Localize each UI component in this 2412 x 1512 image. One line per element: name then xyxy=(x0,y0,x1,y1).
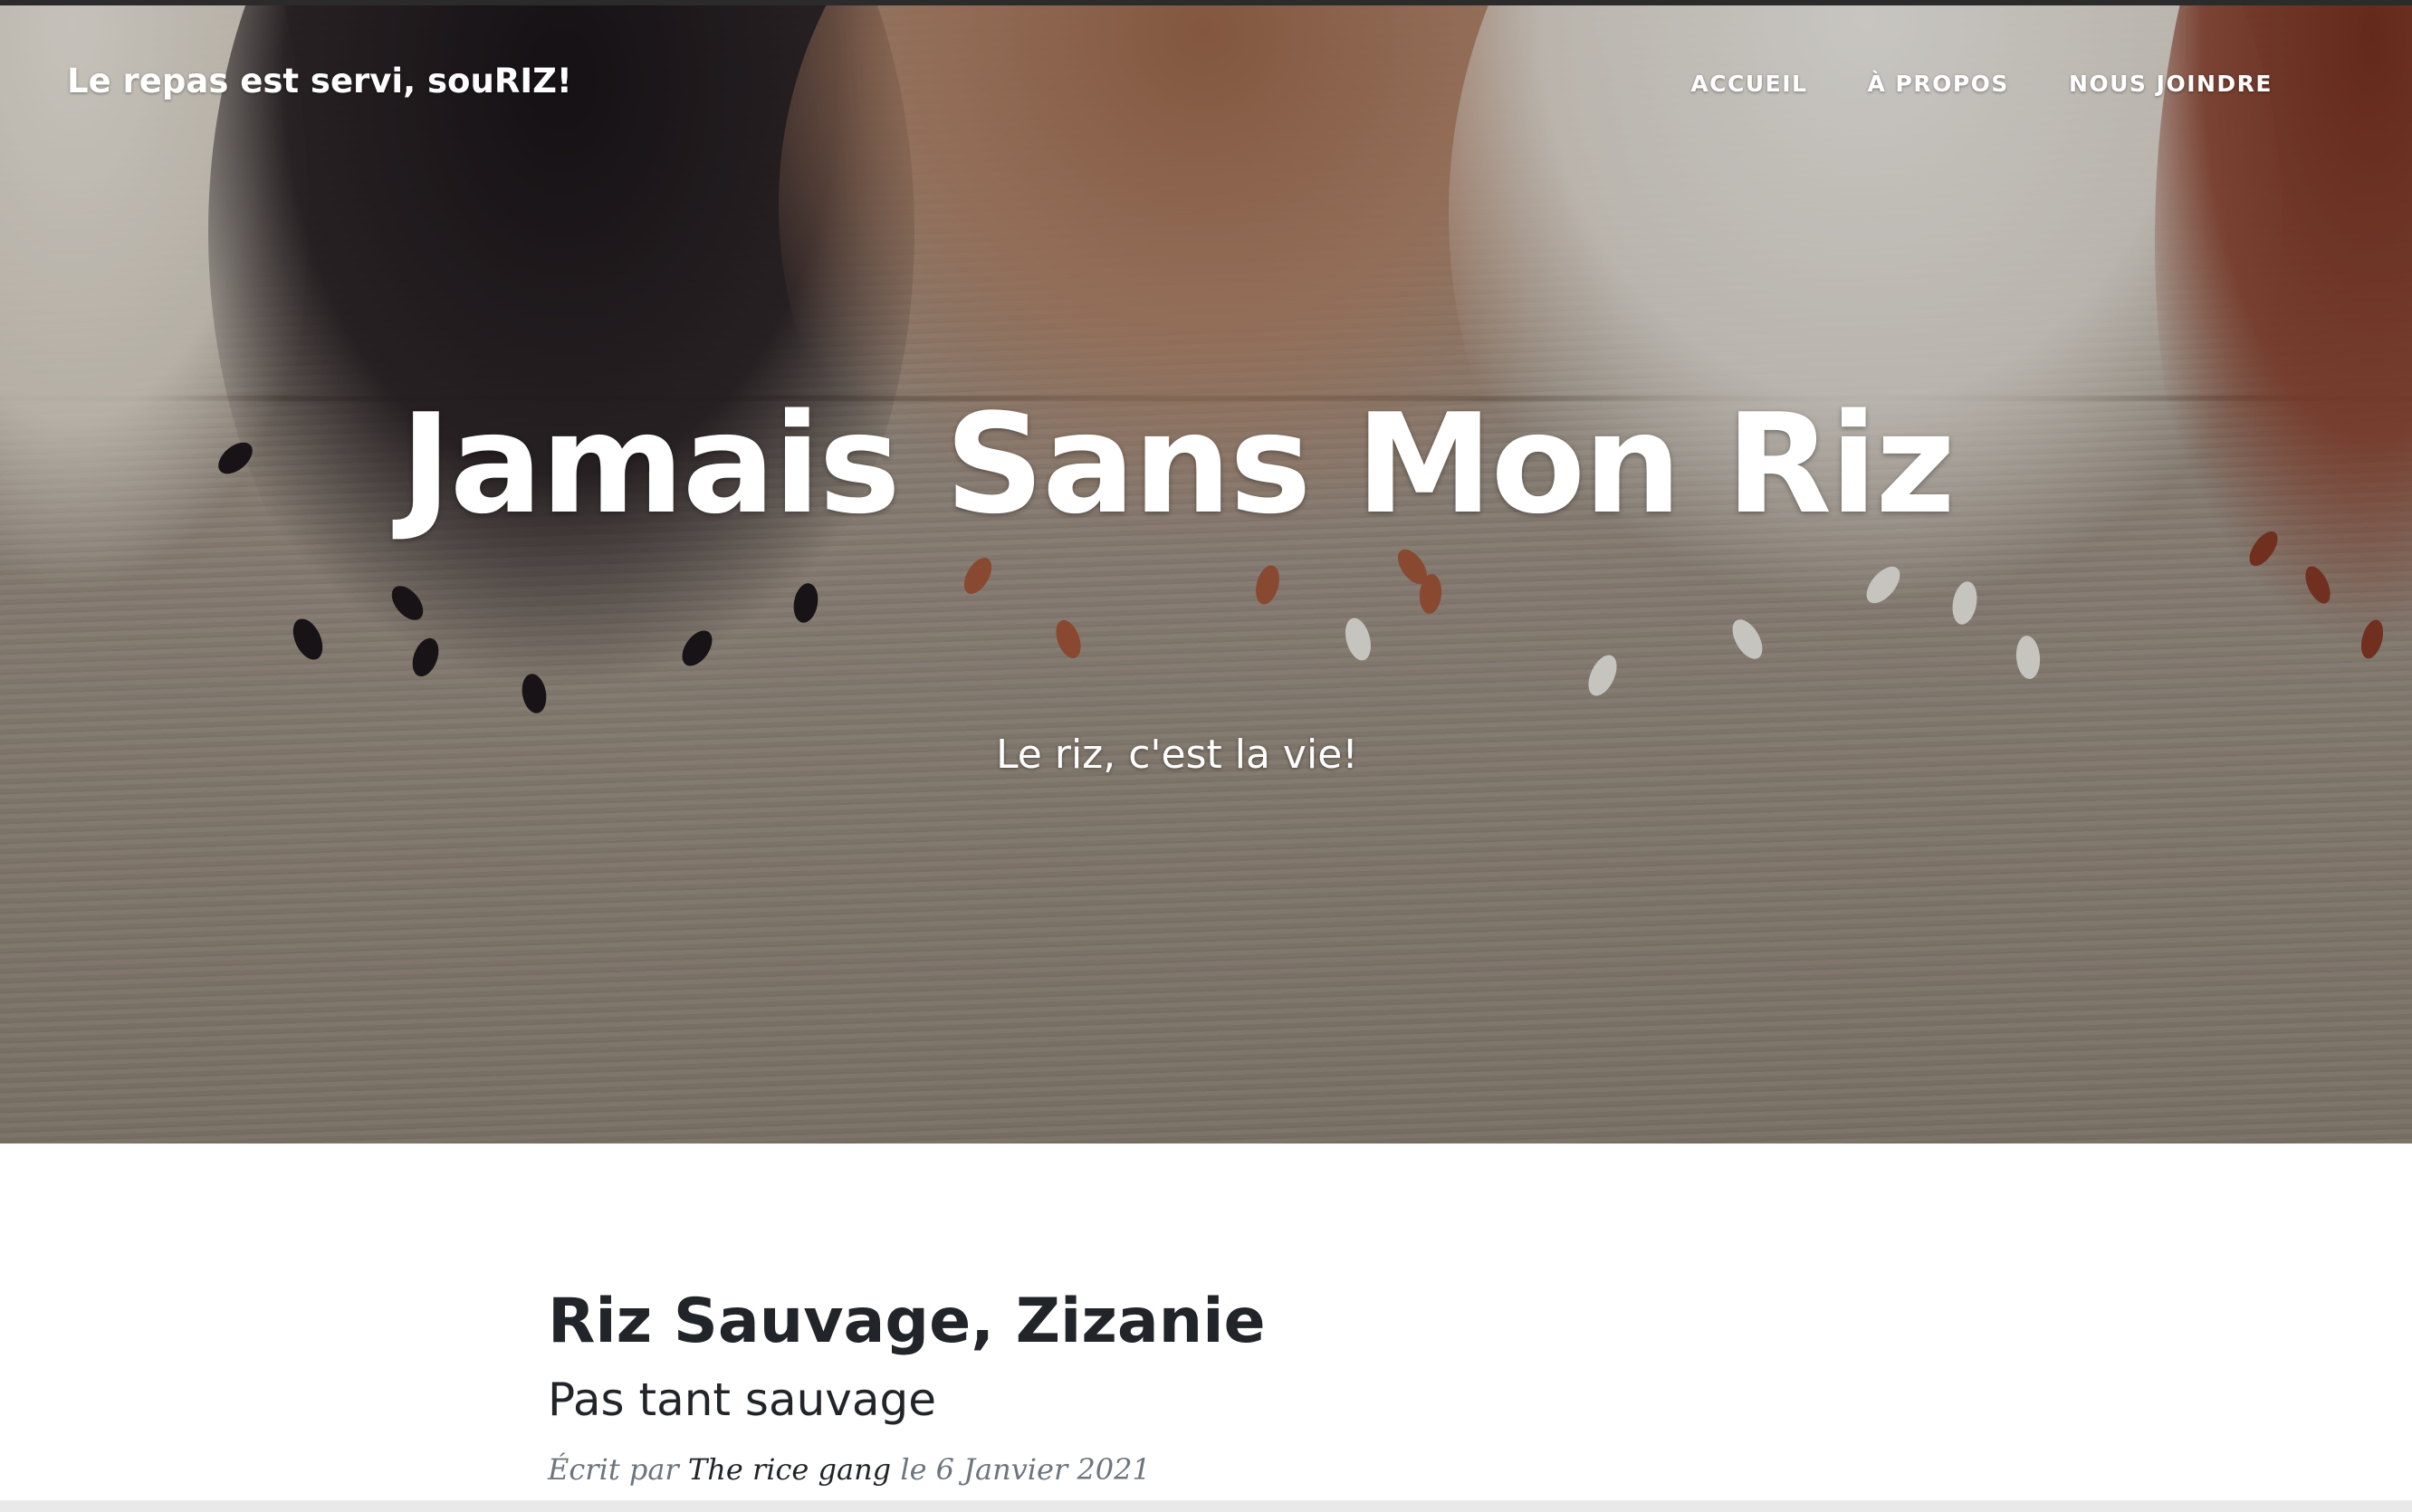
post-title-link[interactable]: Riz Sauvage, Zizanie xyxy=(548,1284,1870,1360)
post-meta-date: le 6 Janvier 2021 xyxy=(900,1452,1151,1487)
hero-subheading: Le riz, c'est la vie! xyxy=(996,732,1358,778)
top-border xyxy=(0,0,2412,5)
post-meta: Écrit par The rice gang le 6 Janvier 202… xyxy=(548,1452,1870,1487)
post-author-link[interactable]: The rice gang xyxy=(688,1452,891,1487)
masthead-hero xyxy=(0,5,2412,1144)
nav-link-a-propos[interactable]: À PROPOS xyxy=(1867,71,2008,97)
nav-links: ACCUEIL À PROPOS NOUS JOINDRE xyxy=(1690,71,2273,97)
bottom-border xyxy=(0,1500,2412,1512)
nav-link-nous-joindre[interactable]: NOUS JOINDRE xyxy=(2069,71,2273,97)
post-meta-prefix: Écrit par xyxy=(548,1452,679,1487)
nav-link-accueil[interactable]: ACCUEIL xyxy=(1690,71,1807,97)
page: Le repas est servi, souRIZ! ACCUEIL À PR… xyxy=(0,0,2412,1512)
main-nav: Le repas est servi, souRIZ! ACCUEIL À PR… xyxy=(0,5,2412,159)
hero-heading: Jamais Sans Mon Riz xyxy=(400,384,1956,544)
hero-overlay xyxy=(0,5,2412,1144)
post-subtitle: Pas tant sauvage xyxy=(548,1373,937,1426)
site-brand-link[interactable]: Le repas est servi, souRIZ! xyxy=(67,62,572,100)
post-preview: Riz Sauvage, Zizanie Pas tant sauvage Éc… xyxy=(548,1284,1870,1487)
